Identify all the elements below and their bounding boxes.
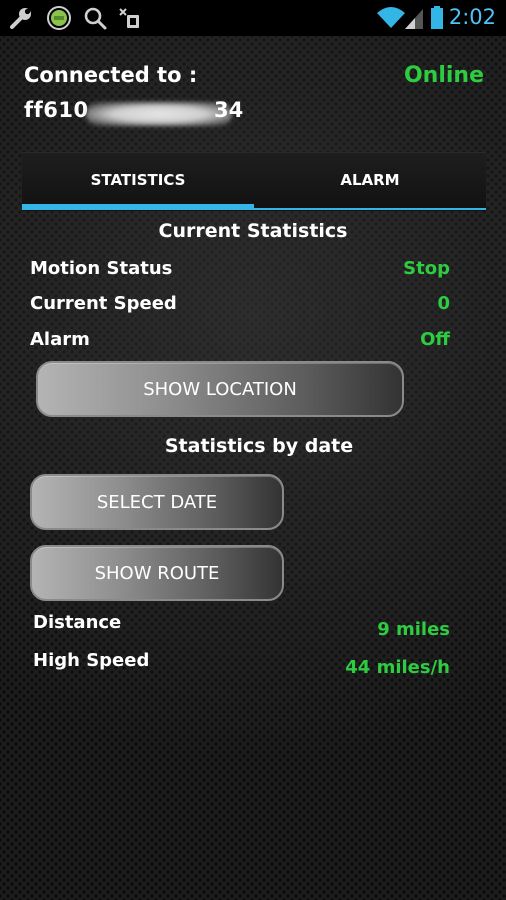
tab-selected-indicator [22,204,254,210]
motion-status-value: Stop [403,258,450,279]
wifi-icon [377,7,405,28]
device-id-prefix: ff610 [24,98,89,122]
clock: 2:02 [448,5,496,29]
current-statistics-title: Current Statistics [158,220,348,242]
high-speed-value: 44 miles/h [345,657,450,678]
device-id-suffix: 34 [214,98,244,122]
tab-bar: STATISTICS ALARM [22,152,486,211]
tab-alarm[interactable]: ALARM [254,153,486,207]
current-speed-value: 0 [437,293,450,314]
status-bar: 2:02 [0,0,506,36]
alarm-value: Off [420,329,450,350]
show-route-button[interactable]: SHOW ROUTE [30,545,284,601]
current-speed-label: Current Speed [30,293,177,314]
search-icon [84,7,107,30]
show-location-button[interactable]: SHOW LOCATION [36,361,404,417]
alarm-label: Alarm [30,329,90,350]
distance-value: 9 miles [377,619,450,640]
distance-label: Distance [33,612,122,633]
statistics-by-date-title: Statistics by date [164,435,354,457]
select-date-button[interactable]: SELECT DATE [30,474,284,530]
tab-statistics[interactable]: STATISTICS [22,153,254,207]
connected-label: Connected to : [24,63,198,87]
battery-icon [431,6,443,29]
wrench-icon [10,8,31,29]
android-icon [47,6,71,30]
device-id-redacted [86,102,232,126]
motion-status-label: Motion Status [30,258,173,279]
signal-icon [405,9,423,29]
high-speed-label: High Speed [33,650,150,671]
connection-status: Online [403,63,484,88]
download-icon [119,8,139,28]
